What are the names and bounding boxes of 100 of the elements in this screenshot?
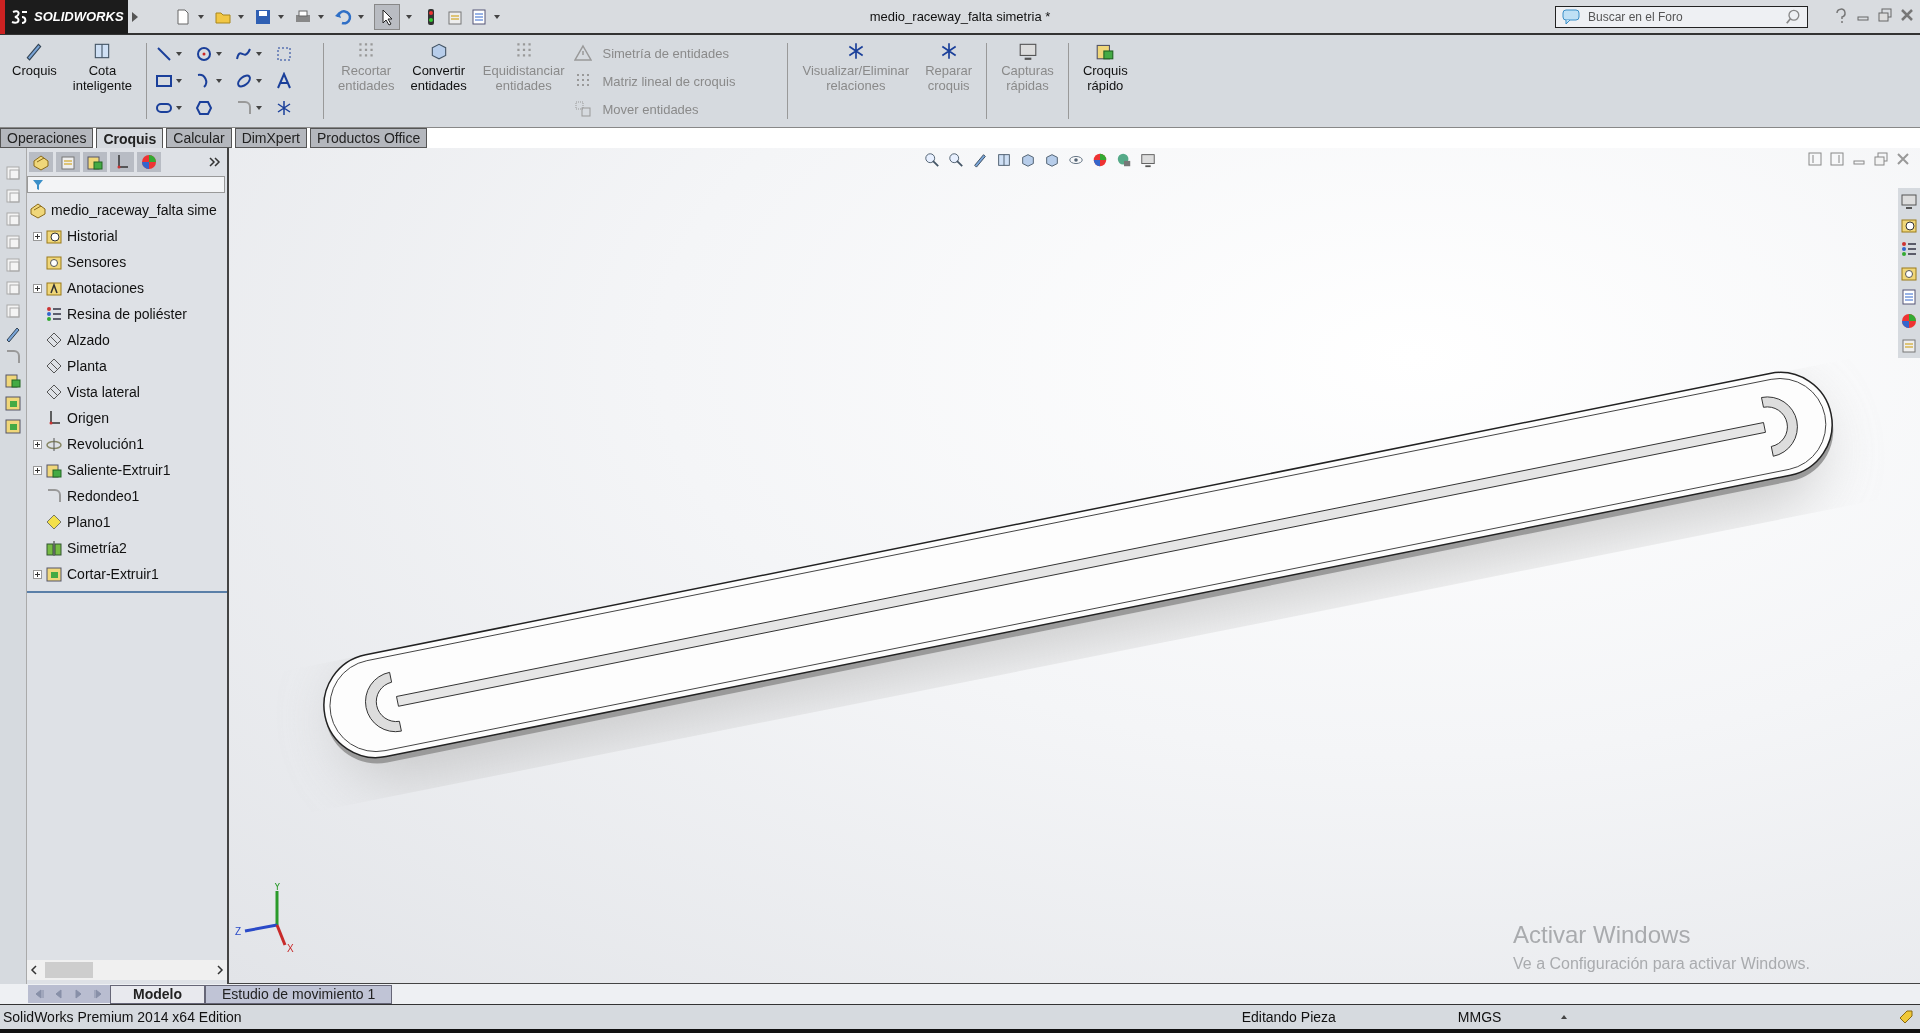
tree-item[interactable]: medio_raceway_falta sime: [27, 197, 227, 223]
model-tab[interactable]: Modelo: [110, 984, 205, 1004]
filter-field[interactable]: [27, 176, 225, 193]
caret-icon[interactable]: [318, 14, 324, 19]
model-tab[interactable]: Estudio de movimiento 1: [205, 984, 393, 1004]
zoom-icon[interactable]: [924, 152, 940, 168]
double-chevron-icon[interactable]: [209, 157, 221, 167]
expand-icon[interactable]: [33, 569, 42, 579]
cube-icon[interactable]: [1044, 152, 1060, 168]
activation-text: Ve a Configuración para activar Windows.: [1513, 955, 1811, 973]
zoom-icon[interactable]: [948, 152, 964, 168]
ellipse-icon[interactable]: [235, 72, 254, 90]
caret-icon[interactable]: [176, 79, 183, 83]
caret-icon[interactable]: [406, 14, 412, 19]
hexagon-icon[interactable]: [195, 98, 214, 117]
ribbon-tab[interactable]: Productos Office: [310, 128, 428, 148]
horizontal-scrollbar[interactable]: [27, 960, 227, 980]
scene-icon[interactable]: [1116, 152, 1132, 168]
feature-icon: [45, 487, 63, 505]
save-icon[interactable]: [254, 7, 272, 26]
caret-icon[interactable]: [358, 14, 364, 19]
close-icon[interactable]: [1900, 8, 1914, 22]
ribbon-button[interactable]: Cota inteligente: [66, 39, 139, 123]
tile-right-icon[interactable]: [1830, 152, 1844, 166]
list-icon[interactable]: [470, 7, 488, 26]
task-pane-icon[interactable]: [1900, 192, 1918, 210]
restore-icon[interactable]: [1878, 8, 1892, 22]
pointer-icon[interactable]: [374, 3, 400, 30]
tile-left-icon[interactable]: [1808, 152, 1822, 166]
expand-arrow-icon[interactable]: [132, 11, 138, 22]
undo-icon[interactable]: [334, 7, 352, 26]
axis-triad-drawing: Y Z X: [233, 883, 303, 953]
tree-item[interactable]: Simetría2: [45, 535, 127, 561]
help-icon[interactable]: [1834, 8, 1848, 24]
cube-icon[interactable]: [1020, 152, 1036, 168]
tree-item[interactable]: Redondeo1: [45, 483, 140, 509]
circle-icon[interactable]: [195, 45, 214, 64]
caret-icon[interactable]: [256, 52, 263, 57]
tree-item[interactable]: Saliente-Extruir1: [45, 457, 171, 483]
tree-item[interactable]: Vista lateral: [45, 379, 140, 405]
caret-icon[interactable]: [256, 79, 263, 83]
section-view-icon[interactable]: [996, 152, 1012, 168]
tree-item[interactable]: Historial: [45, 223, 118, 249]
caret-icon[interactable]: [176, 52, 183, 57]
logo-mark-icon[interactable]: [11, 8, 29, 25]
new-document-icon[interactable]: [174, 7, 192, 26]
task-pane-icon[interactable]: [1900, 216, 1918, 234]
warning-triangle-icon: [574, 44, 593, 62]
ribbon-button[interactable]: Croquis: [6, 39, 63, 123]
chat-bubble-icon: [1562, 9, 1580, 25]
caret-icon[interactable]: [216, 79, 223, 83]
caret-icon[interactable]: [176, 105, 183, 110]
caret-icon[interactable]: [198, 14, 204, 19]
search-field[interactable]: Buscar en el Foro: [1555, 6, 1808, 28]
caret-icon[interactable]: [216, 52, 223, 57]
tree-item[interactable]: Plano1: [45, 509, 111, 535]
caret-icon[interactable]: [238, 14, 244, 19]
ribbon-tab[interactable]: Croquis: [96, 128, 164, 148]
ribbon-button[interactable]: Croquis rápido: [1076, 39, 1134, 123]
search-icon[interactable]: [1785, 9, 1801, 25]
caret-icon[interactable]: [1561, 1015, 1568, 1019]
panel-tab-icon[interactable]: [137, 152, 161, 172]
units-label[interactable]: MMGS: [1457, 1009, 1502, 1025]
monitor-icon: [1017, 41, 1038, 61]
caret-icon[interactable]: [494, 14, 500, 19]
ribbon-tab[interactable]: Operaciones: [0, 128, 94, 148]
panel-tab-icon[interactable]: [110, 152, 134, 172]
layers-icon[interactable]: [4, 371, 22, 389]
caret-icon[interactable]: [256, 105, 263, 110]
expand-icon[interactable]: [33, 283, 42, 293]
tree-item[interactable]: Sensores: [45, 249, 127, 275]
letter-a-icon[interactable]: [275, 72, 294, 90]
tree-item[interactable]: Alzado: [45, 327, 110, 353]
rectangle-icon[interactable]: [155, 72, 174, 90]
pencil-icon[interactable]: [972, 152, 988, 168]
sphere-icon[interactable]: [1092, 152, 1108, 168]
tag-icon[interactable]: [1898, 1009, 1914, 1025]
tree-item[interactable]: Revolución1: [45, 431, 145, 457]
panel-tab-icon[interactable]: [83, 152, 107, 172]
feature-icon: [45, 513, 63, 531]
close-icon[interactable]: [1896, 152, 1910, 166]
ribbon-tab[interactable]: Calcular: [166, 128, 232, 148]
tree-item[interactable]: Cortar-Extruir1: [45, 561, 159, 587]
tree-item[interactable]: Origen: [45, 405, 110, 431]
feature-icon: [45, 435, 63, 453]
tree-item[interactable]: Resina de poliéster: [45, 301, 187, 327]
tree-item[interactable]: Planta: [45, 353, 107, 379]
feature-icon: [45, 383, 63, 401]
feature-icon: [45, 227, 63, 245]
caret-icon[interactable]: [278, 14, 284, 19]
monitor-icon[interactable]: [1140, 152, 1156, 168]
ribbon-tab[interactable]: DimXpert: [234, 128, 307, 148]
panel-tab-icon[interactable]: [29, 152, 53, 172]
expand-icon[interactable]: [33, 439, 42, 449]
pencil-icon: [24, 41, 45, 61]
ribbon-button[interactable]: Convertir entidades: [404, 39, 473, 123]
expand-icon[interactable]: [33, 231, 42, 241]
expand-icon[interactable]: [33, 465, 42, 475]
tree-item[interactable]: Anotaciones: [45, 275, 145, 301]
dotted-square-icon[interactable]: [275, 45, 294, 64]
